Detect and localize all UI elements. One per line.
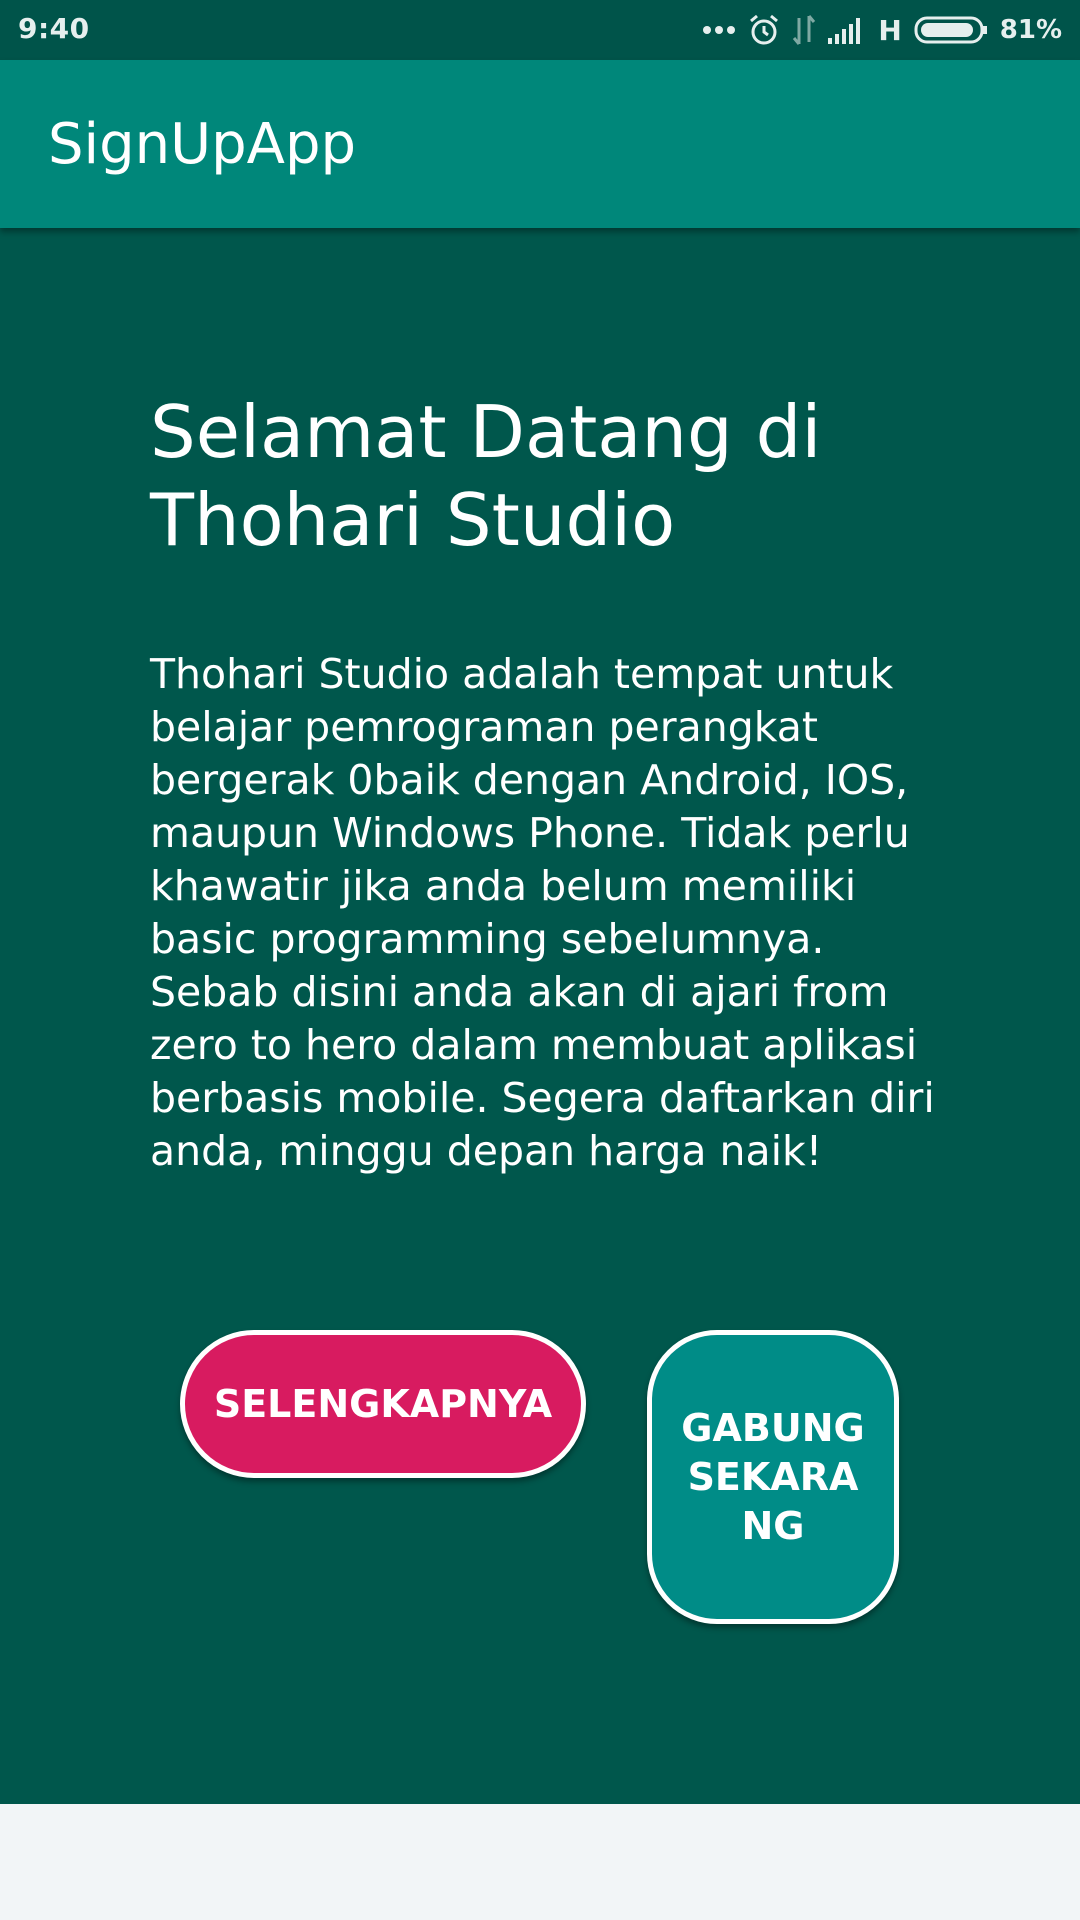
more-dots-icon bbox=[702, 25, 736, 35]
welcome-title: Selamat Datang di Thohari Studio bbox=[150, 390, 822, 562]
status-icons: H 81% bbox=[702, 8, 1062, 52]
join-now-button[interactable]: GABUNG SEKARANG bbox=[647, 1330, 899, 1624]
more-button[interactable]: SELENGKAPNYA bbox=[180, 1330, 586, 1478]
data-arrows-icon bbox=[792, 14, 816, 46]
app-bar: SignUpApp bbox=[0, 60, 1080, 228]
battery-percentage: 81% bbox=[999, 15, 1062, 45]
app-title: SignUpApp bbox=[48, 112, 357, 177]
join-now-button-label: GABUNG SEKARANG bbox=[681, 1405, 865, 1548]
status-time: 9:40 bbox=[18, 12, 90, 45]
status-bar: 9:40 H 81% bbox=[0, 0, 1080, 60]
bottom-area bbox=[0, 1804, 1080, 1920]
main-content: Selamat Datang di Thohari Studio Thohari… bbox=[0, 228, 1080, 1804]
description-text: Thohari Studio adalah tempat untuk belaj… bbox=[150, 650, 935, 1175]
alarm-icon bbox=[748, 13, 780, 47]
network-type: H bbox=[878, 13, 902, 47]
battery-icon bbox=[914, 15, 988, 45]
more-button-label: SELENGKAPNYA bbox=[213, 1382, 553, 1426]
signal-icon bbox=[828, 16, 866, 44]
